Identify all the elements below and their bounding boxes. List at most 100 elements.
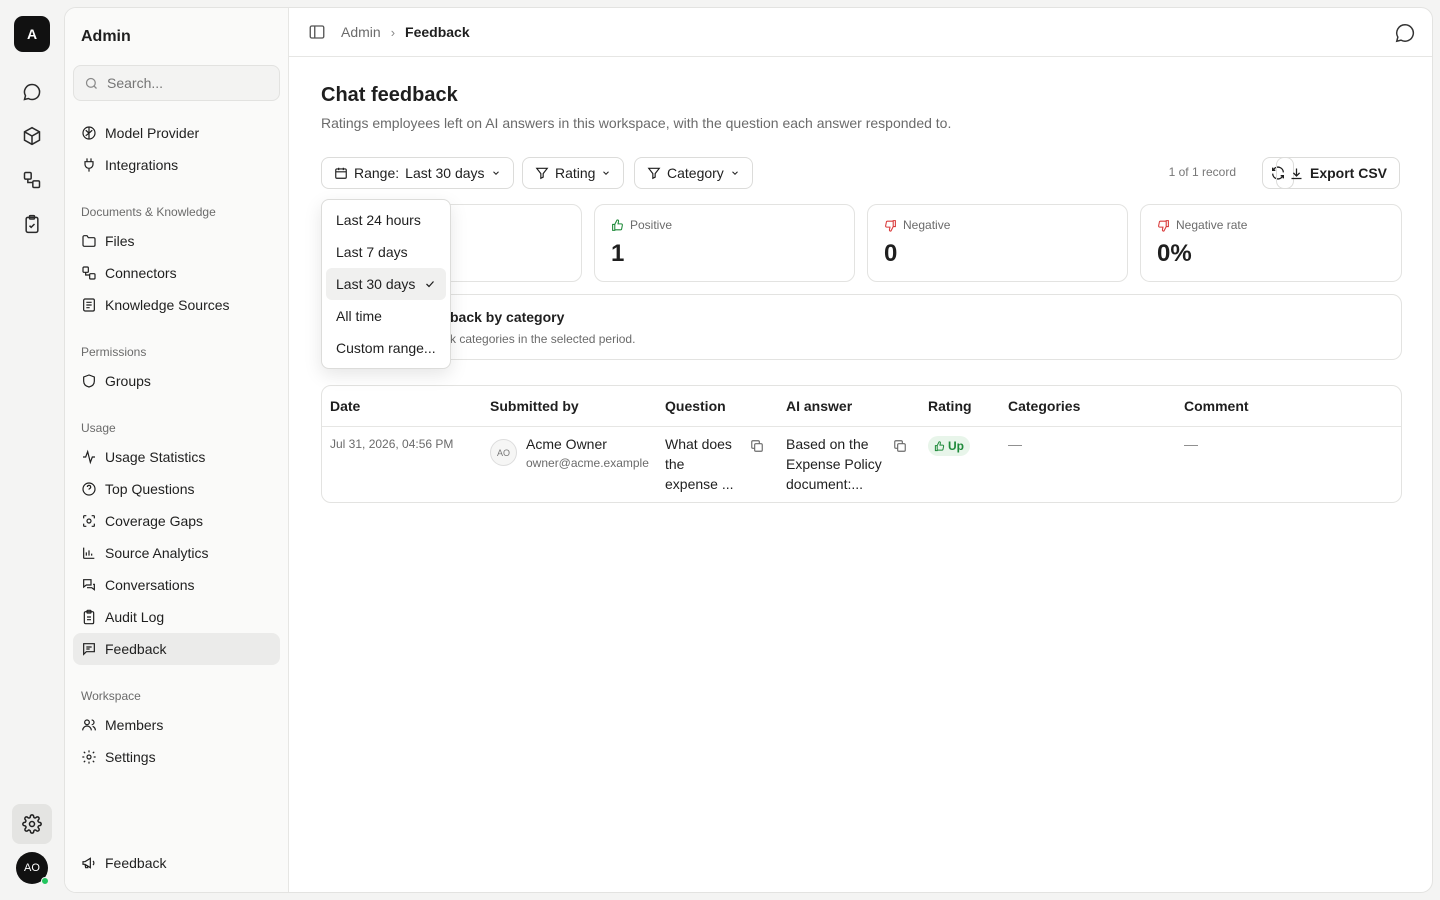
sidebar-item-settings[interactable]: Settings: [73, 741, 280, 773]
breadcrumb: Admin › Feedback: [341, 24, 470, 40]
cell-answer-line: document:...: [786, 476, 864, 492]
sidebar-item-files[interactable]: Files: [73, 225, 280, 257]
users-icon: [82, 719, 96, 731]
sidebar-item-label: Connectors: [105, 265, 177, 281]
online-status-dot: [41, 877, 49, 885]
chevron-down-icon: [731, 171, 738, 175]
range-option-all[interactable]: All time: [326, 300, 446, 332]
column-header[interactable]: Comment: [1184, 398, 1249, 414]
column-header[interactable]: Question: [665, 398, 726, 414]
range-option-30d[interactable]: Last 30 days: [326, 268, 446, 300]
sidebar-item-label: Coverage Gaps: [105, 513, 204, 529]
column-header[interactable]: Date: [330, 398, 360, 414]
admin-settings-button[interactable]: [12, 804, 52, 844]
column-header[interactable]: Submitted by: [490, 398, 579, 414]
chevron-down-icon: [603, 171, 610, 175]
export-csv-button[interactable]: Export CSV: [1275, 157, 1400, 189]
sidebar-item-source-analytics[interactable]: Source Analytics: [73, 537, 280, 569]
sidebar-item-coverage-gaps[interactable]: Coverage Gaps: [73, 505, 280, 537]
cube-icon[interactable]: [18, 122, 46, 150]
category-panel-description: k categories in the selected period.: [450, 332, 636, 346]
column-header[interactable]: Rating: [928, 398, 972, 414]
range-filter-button[interactable]: Range: Last 30 days: [321, 157, 514, 189]
filter-icon: [535, 167, 549, 180]
sidebar-item-label: Top Questions: [105, 481, 195, 497]
option-label: Last 7 days: [336, 244, 408, 260]
message-square-text-icon: [83, 643, 95, 656]
record-count: 1 of 1 record: [1168, 165, 1236, 179]
sidebar-item-members[interactable]: Members: [73, 709, 280, 741]
sidebar-item-label: Conversations: [105, 577, 195, 593]
copy-icon[interactable]: [893, 439, 907, 453]
cell-comment: —: [1184, 436, 1198, 452]
sidebar-item-audit-log[interactable]: Audit Log: [73, 601, 280, 633]
folder-icon: [82, 235, 96, 247]
copy-icon[interactable]: [750, 439, 764, 453]
sidebar-item-top-questions[interactable]: Top Questions: [73, 473, 280, 505]
sidebar-item-connectors[interactable]: Connectors: [73, 257, 280, 289]
chat-icon[interactable]: [18, 78, 46, 106]
clipboard-check-icon[interactable]: [18, 210, 46, 238]
stat-label: Negative: [884, 218, 950, 232]
page-title: Chat feedback: [321, 84, 458, 106]
sidebar-item-label: Members: [105, 717, 164, 733]
sidebar-item-knowledge-sources[interactable]: Knowledge Sources: [73, 289, 280, 321]
clipboard-list-icon: [83, 609, 95, 625]
connector-icon: [82, 266, 96, 280]
sidebar-toggle-icon[interactable]: [308, 23, 326, 41]
gear-icon: [82, 750, 96, 764]
sidebar-item-label: Files: [105, 233, 135, 249]
rating-text: Up: [948, 439, 964, 453]
book-icon: [83, 298, 95, 312]
range-option-24h[interactable]: Last 24 hours: [326, 204, 446, 236]
sidebar-item-label: Source Analytics: [105, 545, 209, 561]
category-filter-button[interactable]: Category: [634, 157, 753, 189]
check-icon: [426, 281, 434, 288]
sidebar-search[interactable]: [73, 65, 280, 101]
sidebar-item-label: Integrations: [105, 157, 179, 173]
sidebar-item-conversations[interactable]: Conversations: [73, 569, 280, 601]
sidebar-item-feedback[interactable]: Feedback: [73, 633, 280, 665]
breadcrumb-admin[interactable]: Admin: [341, 24, 381, 40]
feedback-table: Date Submitted by Question AI answer Rat…: [321, 385, 1402, 503]
sidebar-item-model-provider[interactable]: Model Provider: [73, 117, 280, 149]
thumbs-down-icon: [885, 219, 896, 232]
breadcrumb-current: Feedback: [405, 24, 470, 40]
chat-icon[interactable]: [1394, 22, 1416, 44]
main-content: Admin › Feedback Chat feedback Ratings e…: [289, 8, 1432, 892]
sidebar-item-label: Model Provider: [105, 125, 200, 141]
sidebar-section-usage: Usage: [81, 421, 116, 435]
connector-icon[interactable]: [18, 166, 46, 194]
stat-label-text: Negative: [903, 218, 951, 232]
thumbs-down-icon: [1158, 219, 1169, 232]
column-header[interactable]: AI answer: [786, 398, 852, 414]
rating-filter-label: Rating: [555, 165, 596, 181]
stat-value: 0: [884, 240, 898, 267]
column-header[interactable]: Categories: [1008, 398, 1080, 414]
cell-submitter-name: Acme Owner: [526, 436, 607, 452]
chevron-down-icon: [492, 171, 499, 175]
rating-filter-button[interactable]: Rating: [522, 157, 625, 189]
rating-badge: Up: [928, 436, 970, 456]
export-label: Export CSV: [1309, 165, 1387, 181]
avatar: AO: [490, 439, 517, 466]
sidebar-section-permissions: Permissions: [81, 345, 147, 359]
top-bar: Admin › Feedback: [289, 8, 1432, 57]
range-option-7d[interactable]: Last 7 days: [326, 236, 446, 268]
chevron-right-icon: ›: [390, 24, 396, 40]
sidebar-item-label: Feedback: [105, 855, 167, 871]
workspace-logo[interactable]: A: [14, 16, 50, 52]
app-rail: A AO: [0, 0, 64, 900]
search-input[interactable]: [107, 75, 267, 91]
range-option-custom[interactable]: Custom range...: [326, 332, 446, 364]
cell-question-line: What does: [665, 436, 732, 452]
sidebar-item-label: Feedback: [105, 641, 167, 657]
stat-label: Negative rate: [1157, 218, 1247, 232]
sidebar-item-integrations[interactable]: Integrations: [73, 149, 280, 181]
sidebar-item-usage-statistics[interactable]: Usage Statistics: [73, 441, 280, 473]
plug-icon: [84, 158, 94, 172]
sidebar-item-send-feedback[interactable]: Feedback: [73, 847, 280, 879]
sidebar-title: Admin: [81, 28, 131, 45]
download-icon: [1291, 168, 1302, 179]
sidebar-item-groups[interactable]: Groups: [73, 365, 280, 397]
